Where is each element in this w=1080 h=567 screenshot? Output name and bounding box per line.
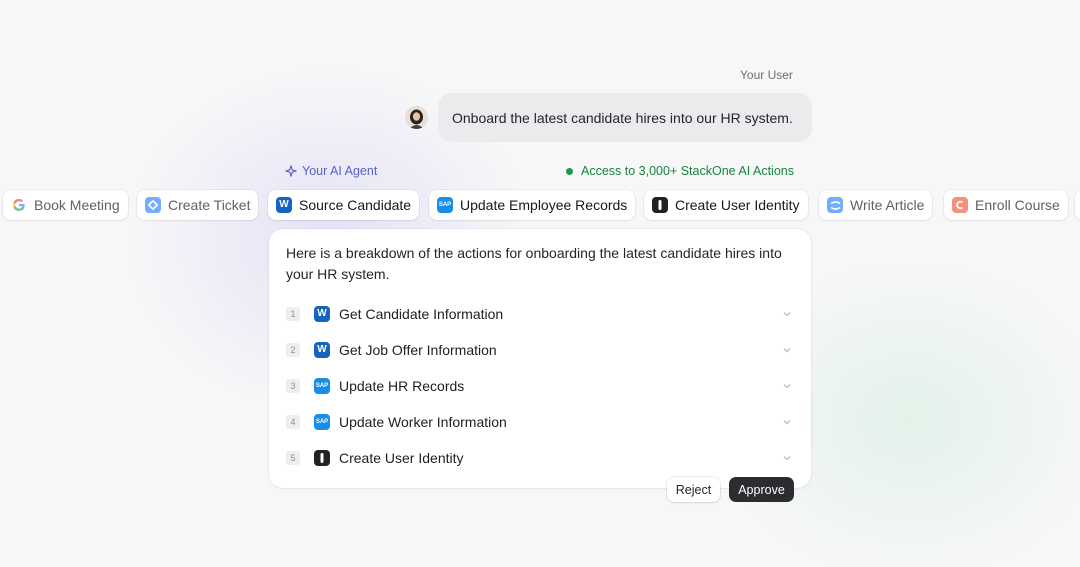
step-row[interactable]: 4 SAP Update Worker Information [286, 410, 793, 434]
chevron-down-icon[interactable] [781, 344, 793, 356]
step-label: Get Job Offer Information [339, 342, 497, 358]
sap-icon: SAP [437, 197, 453, 213]
action-chip-row: Book Meeting Create Ticket W Source Cand… [0, 190, 1080, 220]
step-number: 3 [286, 379, 300, 393]
user-message-bubble: Onboard the latest candidate hires into … [438, 93, 812, 142]
chip-write-article[interactable]: Write Article [819, 190, 933, 220]
okta-icon [652, 197, 668, 213]
chip-label: Create User Identity [675, 197, 800, 213]
chevron-down-icon[interactable] [781, 308, 793, 320]
okta-icon [314, 450, 330, 466]
sap-icon: SAP [314, 414, 330, 430]
chevron-down-icon[interactable] [781, 380, 793, 392]
agent-label-text: Your AI Agent [302, 164, 378, 178]
step-number: 5 [286, 451, 300, 465]
step-row[interactable]: 2 W Get Job Offer Information [286, 338, 793, 362]
step-number: 1 [286, 307, 300, 321]
chip-label: Book Meeting [34, 197, 120, 213]
user-message-text: Onboard the latest candidate hires into … [452, 109, 793, 126]
chevron-down-icon[interactable] [781, 452, 793, 464]
step-label: Get Candidate Information [339, 306, 504, 322]
chevron-down-icon[interactable] [781, 416, 793, 428]
chip-label: Update Employee Records [460, 197, 628, 213]
workday-icon: W [314, 306, 330, 322]
agent-response-card: Here is a breakdown of the actions for o… [269, 229, 811, 488]
chip-label: Create Ticket [168, 197, 251, 213]
step-number: 4 [286, 415, 300, 429]
reject-button[interactable]: Reject [667, 477, 720, 502]
chip-label: Source Candidate [299, 197, 412, 213]
chip-update-employee-records[interactable]: SAP Update Employee Records [429, 190, 636, 220]
chip-create-user-identity[interactable]: Create User Identity [644, 190, 808, 220]
step-row[interactable]: 3 SAP Update HR Records [286, 374, 793, 398]
sap-icon: SAP [314, 378, 330, 394]
chip-create-ticket[interactable]: Create Ticket [137, 190, 259, 220]
access-label: Access to 3,000+ StackOne AI Actions [566, 164, 794, 178]
step-label: Create User Identity [339, 450, 464, 466]
step-label: Update HR Records [339, 378, 465, 394]
access-label-text: Access to 3,000+ StackOne AI Actions [581, 164, 794, 178]
step-label: Update Worker Information [339, 414, 507, 430]
step-number: 2 [286, 343, 300, 357]
chip-enroll-course[interactable]: Enroll Course [944, 190, 1068, 220]
user-label: Your User [740, 68, 793, 82]
agent-label: Your AI Agent [285, 164, 377, 178]
sparkle-icon [285, 165, 297, 177]
response-intro: Here is a breakdown of the actions for o… [286, 245, 782, 282]
step-row[interactable]: 5 Create User Identity [286, 446, 793, 470]
jira-icon [145, 197, 161, 213]
status-dot-icon [566, 167, 573, 175]
chip-overflow[interactable] [1075, 190, 1080, 220]
chip-source-candidate[interactable]: W Source Candidate [268, 190, 420, 220]
workday-icon: W [276, 197, 292, 213]
confluence-icon [827, 197, 843, 213]
chip-label: Write Article [850, 197, 925, 213]
chip-book-meeting[interactable]: Book Meeting [3, 190, 128, 220]
user-avatar [405, 106, 428, 129]
workday-icon: W [314, 342, 330, 358]
google-icon [11, 197, 27, 213]
step-row[interactable]: 1 W Get Candidate Information [286, 302, 793, 326]
approve-button[interactable]: Approve [729, 477, 794, 502]
chip-label: Enroll Course [975, 197, 1060, 213]
course-icon [952, 197, 968, 213]
